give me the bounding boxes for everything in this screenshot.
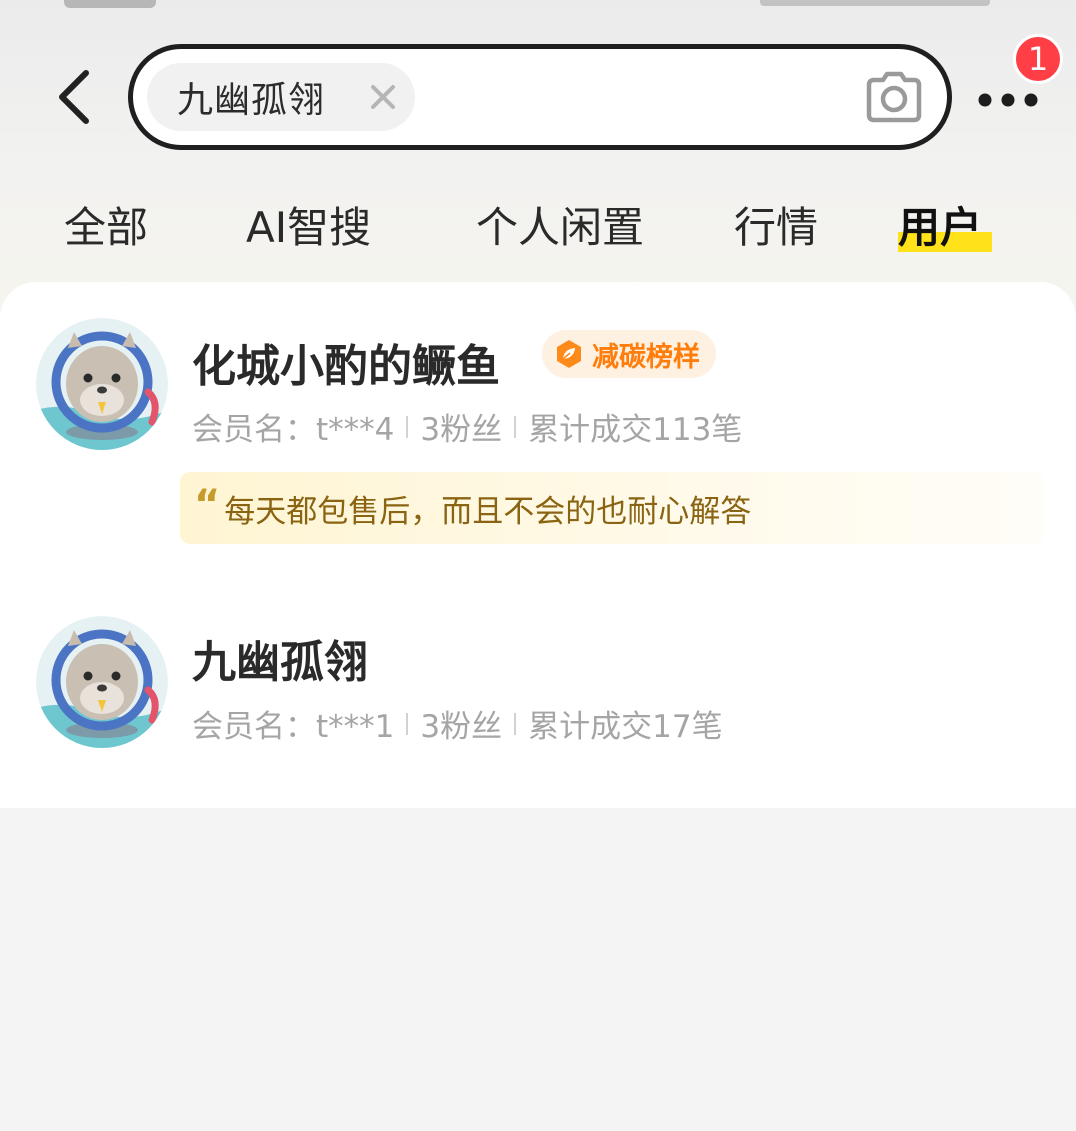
more-icon [978,93,1038,107]
fans-count: 3粉丝 [420,412,503,448]
avatar[interactable] [36,318,168,450]
meta-divider [406,415,409,438]
leaf-icon [557,340,581,368]
status-bar [0,0,1076,14]
user-meta: 会员名：t***4 3粉丝 累计成交113笔 [192,404,742,449]
avatar[interactable] [36,616,168,748]
tab-users[interactable]: 用户 [898,194,982,255]
review-text: 每天都包售后，而且不会的也耐心解答 [224,493,752,530]
carbon-reduction-badge: 减碳榜样 [542,330,716,378]
camera-search-button[interactable] [861,67,927,127]
back-button[interactable] [44,62,104,132]
badge-label: 减碳榜样 [592,341,700,373]
review-quote: “ 每天都包售后，而且不会的也耐心解答 [180,472,1044,544]
clear-icon [371,85,395,109]
user-name[interactable]: 九幽孤翎 [192,626,368,690]
search-query-text: 九幽孤翎 [177,80,326,121]
user-name[interactable]: 化城小酌的鳜鱼 [192,330,500,394]
tab-all[interactable]: 全部 [64,194,148,255]
meta-divider [406,712,409,735]
notification-badge: 1 [1013,34,1063,84]
member-name: 会员名：t***4 [192,412,395,448]
search-query-chip[interactable]: 九幽孤翎 [147,63,415,131]
clear-search-button[interactable] [367,81,399,113]
avatar-seal-image [36,318,168,450]
status-icons [760,0,990,6]
quote-icon: “ [194,482,221,528]
camera-icon [866,71,922,123]
back-arrow-icon [59,70,89,124]
user-meta: 会员名：t***1 3粉丝 累计成交17笔 [192,701,723,746]
tab-personal-idle[interactable]: 个人闲置 [476,194,644,255]
status-time [64,0,156,8]
meta-divider [514,712,517,735]
fans-count: 3粉丝 [420,709,503,745]
avatar-seal-image [36,616,168,748]
member-name: 会员名：t***1 [192,709,395,745]
deal-count: 累计成交17笔 [528,709,723,745]
more-button[interactable] [972,78,1044,122]
meta-divider [514,415,517,438]
tab-ai-search[interactable]: AI智搜 [246,194,371,255]
tab-market[interactable]: 行情 [734,194,818,255]
deal-count: 累计成交113笔 [528,412,743,448]
search-input[interactable]: 九幽孤翎 [128,44,952,150]
search-tabs: 全部 AI智搜 个人闲置 行情 用户 [0,180,1076,270]
